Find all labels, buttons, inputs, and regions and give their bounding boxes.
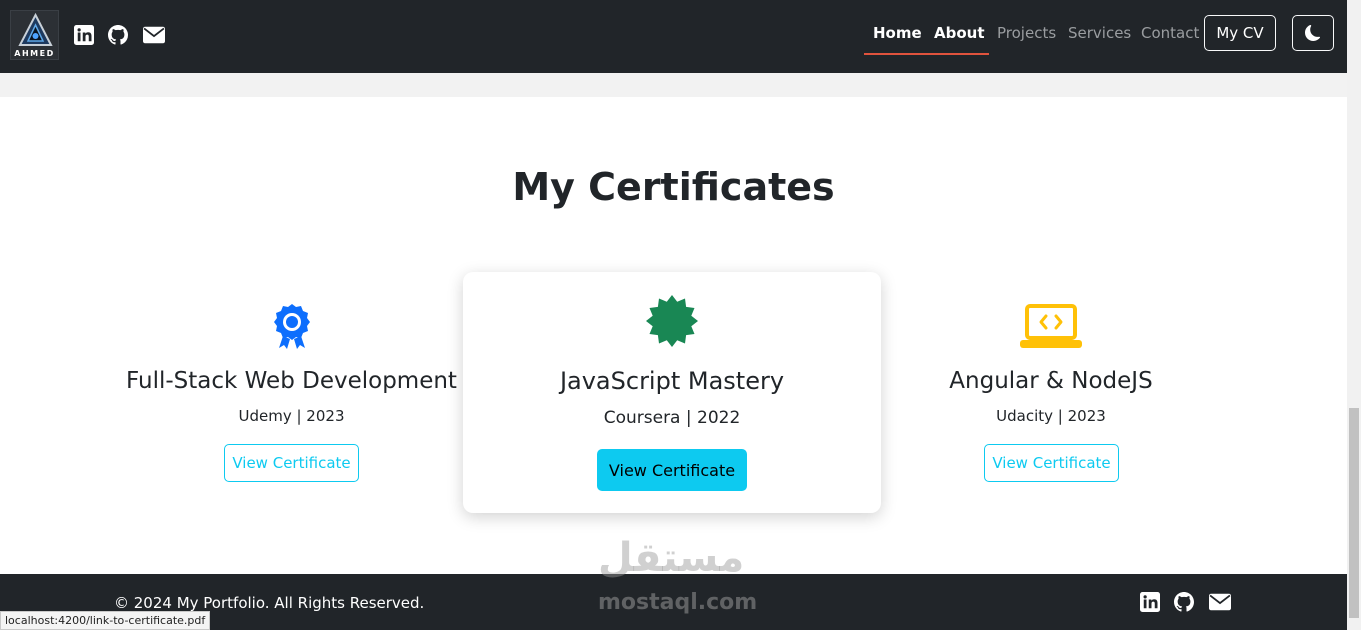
logo-text: AHMED [14,49,55,58]
github-icon[interactable] [1174,592,1194,612]
certificate-card-angular: Angular & NodeJS Udacity | 2023 View Cer… [881,290,1221,500]
linkedin-icon[interactable] [74,25,94,45]
certificate-card-javascript: JavaScript Mastery Coursera | 2022 View … [463,272,881,513]
footer-copyright: © 2024 My Portfolio. All Rights Reserved… [114,594,425,612]
watermark-arabic: مستقل [598,535,745,581]
laptop-code-icon [1020,304,1082,348]
certificate-card-fullstack: Full-Stack Web Development Udemy | 2023 … [120,290,463,500]
nav-services[interactable]: Services [1068,24,1131,42]
navbar: AHMED Home About Projects Services Conta… [0,0,1347,73]
view-certificate-button[interactable]: View Certificate [224,444,359,482]
nav-active-underline [864,53,989,55]
certificate-issuer: Udacity | 2023 [996,407,1106,425]
linkedin-icon[interactable] [1140,592,1160,612]
award-icon [273,304,310,349]
envelope-icon[interactable] [143,25,165,45]
view-certificate-button[interactable]: View Certificate [984,444,1119,482]
brand-logo[interactable]: AHMED [10,10,59,60]
status-bar-url: localhost:4200/link-to-certificate.pdf [0,611,211,630]
certificate-title: Full-Stack Web Development [126,368,457,394]
certificate-issuer: Udemy | 2023 [238,407,345,425]
certificate-title: Angular & NodeJS [949,368,1153,394]
scrollbar-thumb[interactable] [1349,408,1359,618]
nav-home[interactable]: Home [873,24,922,42]
section-title: My Certificates [512,165,835,209]
certificate-title: JavaScript Mastery [559,367,785,395]
watermark-latin: mostaql.com [598,590,758,615]
nav-projects[interactable]: Projects [997,24,1056,42]
certificate-issuer: Coursera | 2022 [603,408,741,428]
view-certificate-button[interactable]: View Certificate [597,449,747,491]
patch-icon [646,295,698,347]
my-cv-button[interactable]: My CV [1204,15,1276,51]
nav-about[interactable]: About [934,24,985,42]
envelope-icon[interactable] [1209,592,1231,612]
github-icon[interactable] [108,25,128,45]
theme-toggle-button[interactable] [1292,15,1334,51]
moon-icon [1305,25,1321,41]
nav-contact[interactable]: Contact [1141,24,1199,42]
section-divider [0,73,1347,97]
logo-a-icon [18,12,53,46]
